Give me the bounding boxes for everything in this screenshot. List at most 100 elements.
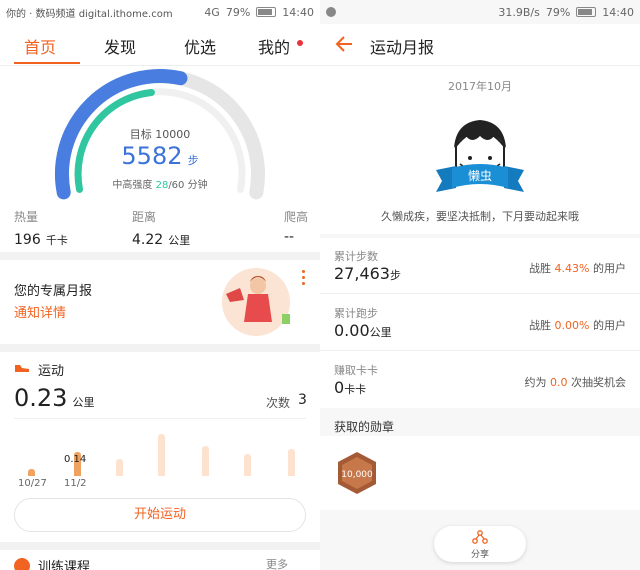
stat-label: 距离 xyxy=(132,210,157,224)
sport-bar xyxy=(288,449,295,476)
tab-mine[interactable]: 我的 xyxy=(258,34,290,58)
monthly-report-screen: 31.9B/s 79% 14:40 运动月报 2017年10月 懒虫 久懒成疾，… xyxy=(320,0,640,570)
row-unit: 步 xyxy=(389,269,401,282)
intensity-text: 中高强度 28/60 分钟 xyxy=(0,176,320,191)
header-bar: 运动月报 xyxy=(320,24,640,66)
battery-icon xyxy=(256,7,277,17)
steps-unit: 步 xyxy=(187,154,199,167)
sport-count-label: 次数 xyxy=(266,396,291,410)
signal-text: 4G xyxy=(204,5,220,19)
status-bar: 你的 · 数码频道 digital.ithome.com 4G 79% 14:4… xyxy=(0,0,320,24)
clock-text: 14:40 xyxy=(282,5,314,19)
intensity-prefix: 中高强度 xyxy=(112,180,156,191)
steps-value: 5582 xyxy=(121,142,183,170)
badge-quote: 久懒成疾，要坚决抵制，下月要动起来哦 xyxy=(381,210,579,223)
bar-value-label: 0.14 xyxy=(64,454,87,465)
row-unit: 卡卡 xyxy=(344,383,367,396)
training-more-link[interactable]: 更多 xyxy=(266,556,288,570)
training-icon xyxy=(14,558,30,570)
sport-count: 3 xyxy=(298,392,307,408)
report-title: 您的专属月报 xyxy=(14,284,93,299)
date-label: 10/27 xyxy=(18,478,47,489)
row-label: 累计跑步 xyxy=(334,307,378,320)
stats-list: 累计步数 27,463步 战胜 4.43% 的用户 累计跑步 0.00公里 战胜… xyxy=(320,238,640,408)
network-speed: 31.9B/s xyxy=(498,5,540,19)
row-label: 赚取卡卡 xyxy=(334,364,378,377)
stat-row: 累计跑步 0.00公里 战胜 0.00% 的用户 xyxy=(320,295,640,351)
qq-icon xyxy=(326,7,336,17)
tab-discover[interactable]: 发现 xyxy=(104,34,136,58)
row-suffix: 次抽奖机会 xyxy=(567,376,626,389)
stat-label: 热量 xyxy=(14,210,39,224)
lazy-face-badge xyxy=(436,120,524,192)
row-prefix: 战胜 xyxy=(529,262,555,275)
row-comparison: 约为 0.0 次抽奖机会 xyxy=(525,374,627,390)
share-label: 分享 xyxy=(470,550,489,560)
date-label: 11/2 xyxy=(64,478,87,489)
status-bar: 31.9B/s 79% 14:40 xyxy=(320,0,640,24)
steps-readout: 5582 步 xyxy=(0,142,320,170)
row-suffix: 的用户 xyxy=(589,262,626,275)
active-tab-indicator xyxy=(14,62,80,64)
row-prefix: 约为 xyxy=(524,376,550,389)
intensity-suffix: /60 分钟 xyxy=(168,180,208,191)
row-comparison: 战胜 0.00% 的用户 xyxy=(529,317,626,333)
row-label: 累计步数 xyxy=(334,250,378,263)
badge-section: 2017年10月 懒虫 久懒成疾，要坚决抵制，下月要动起来哦 xyxy=(320,66,640,234)
notification-dot xyxy=(297,40,303,46)
stat-calories: 热量 196 千卡 xyxy=(14,208,68,248)
shoe-icon xyxy=(15,365,29,372)
monthly-report-card[interactable]: 您的专属月报 通知详情 xyxy=(0,260,320,344)
header-title: 运动月报 xyxy=(370,38,435,57)
tab-featured[interactable]: 优选 xyxy=(184,34,216,58)
share-button[interactable]: 分享 xyxy=(434,526,526,562)
medal-10000-steps[interactable]: 10,000 xyxy=(334,450,380,496)
sport-distance: 0.23 公里 xyxy=(14,384,95,412)
training-title: 训练课程 xyxy=(38,560,91,570)
divider xyxy=(14,418,306,419)
battery-icon xyxy=(576,7,597,17)
row-prefix: 战胜 xyxy=(529,319,555,332)
sport-bar xyxy=(116,459,123,476)
row-value: 0.00 xyxy=(334,321,370,340)
row-comparison: 战胜 4.43% 的用户 xyxy=(529,260,626,276)
stat-unit: 千卡 xyxy=(45,234,68,247)
stat-label: 爬高 xyxy=(284,210,309,224)
start-sport-button[interactable]: 开始运动 xyxy=(14,498,306,532)
sport-bar xyxy=(244,454,251,476)
medals-section: 10,000 xyxy=(320,436,640,510)
top-tab-bar: 首页 发现 优选 我的 xyxy=(0,24,320,66)
stat-unit: 公里 xyxy=(168,234,191,247)
stat-distance: 距离 4.22 公里 xyxy=(132,208,190,248)
step-ring-card[interactable]: 目标 10000 5582 步 中高强度 28/60 分钟 热量 196 千卡 … xyxy=(0,66,320,252)
report-illustration xyxy=(222,268,290,336)
battery-text: 79% xyxy=(225,5,251,19)
home-screen: 你的 · 数码频道 digital.ithome.com 4G 79% 14:4… xyxy=(0,0,320,570)
sport-bar xyxy=(202,446,209,476)
row-highlight: 0.00% xyxy=(554,319,590,332)
stat-value: 196 xyxy=(14,232,41,248)
tab-home[interactable]: 首页 xyxy=(24,34,56,58)
stat-elevation: 爬高 -- xyxy=(284,208,308,245)
stat-value: 4.22 xyxy=(132,232,164,248)
battery-text: 79% xyxy=(545,5,571,19)
stat-row: 累计步数 27,463步 战胜 4.43% 的用户 xyxy=(320,238,640,294)
row-unit: 公里 xyxy=(369,326,392,339)
training-card[interactable]: 训练课程 更多 xyxy=(0,550,320,570)
sport-card[interactable]: 运动 0.23 公里 次数 3 0.14 10/27 11/2 开始运动 xyxy=(0,352,320,542)
medal-text: 10,000 xyxy=(341,470,373,480)
sport-title: 运动 xyxy=(38,364,65,379)
back-arrow-icon[interactable] xyxy=(334,34,354,54)
report-link[interactable]: 通知详情 xyxy=(14,302,66,321)
medals-title: 获取的勋章 xyxy=(334,420,395,434)
row-highlight: 4.43% xyxy=(554,262,590,275)
report-month: 2017年10月 xyxy=(448,80,512,93)
stat-value: -- xyxy=(284,229,295,245)
row-suffix: 的用户 xyxy=(589,319,626,332)
share-icon xyxy=(472,530,488,544)
more-options-icon[interactable] xyxy=(302,270,306,288)
row-value: 0 xyxy=(334,378,345,397)
clock-text: 14:40 xyxy=(602,5,634,19)
sport-distance-unit: 公里 xyxy=(72,396,95,409)
sport-distance-value: 0.23 xyxy=(14,384,68,412)
